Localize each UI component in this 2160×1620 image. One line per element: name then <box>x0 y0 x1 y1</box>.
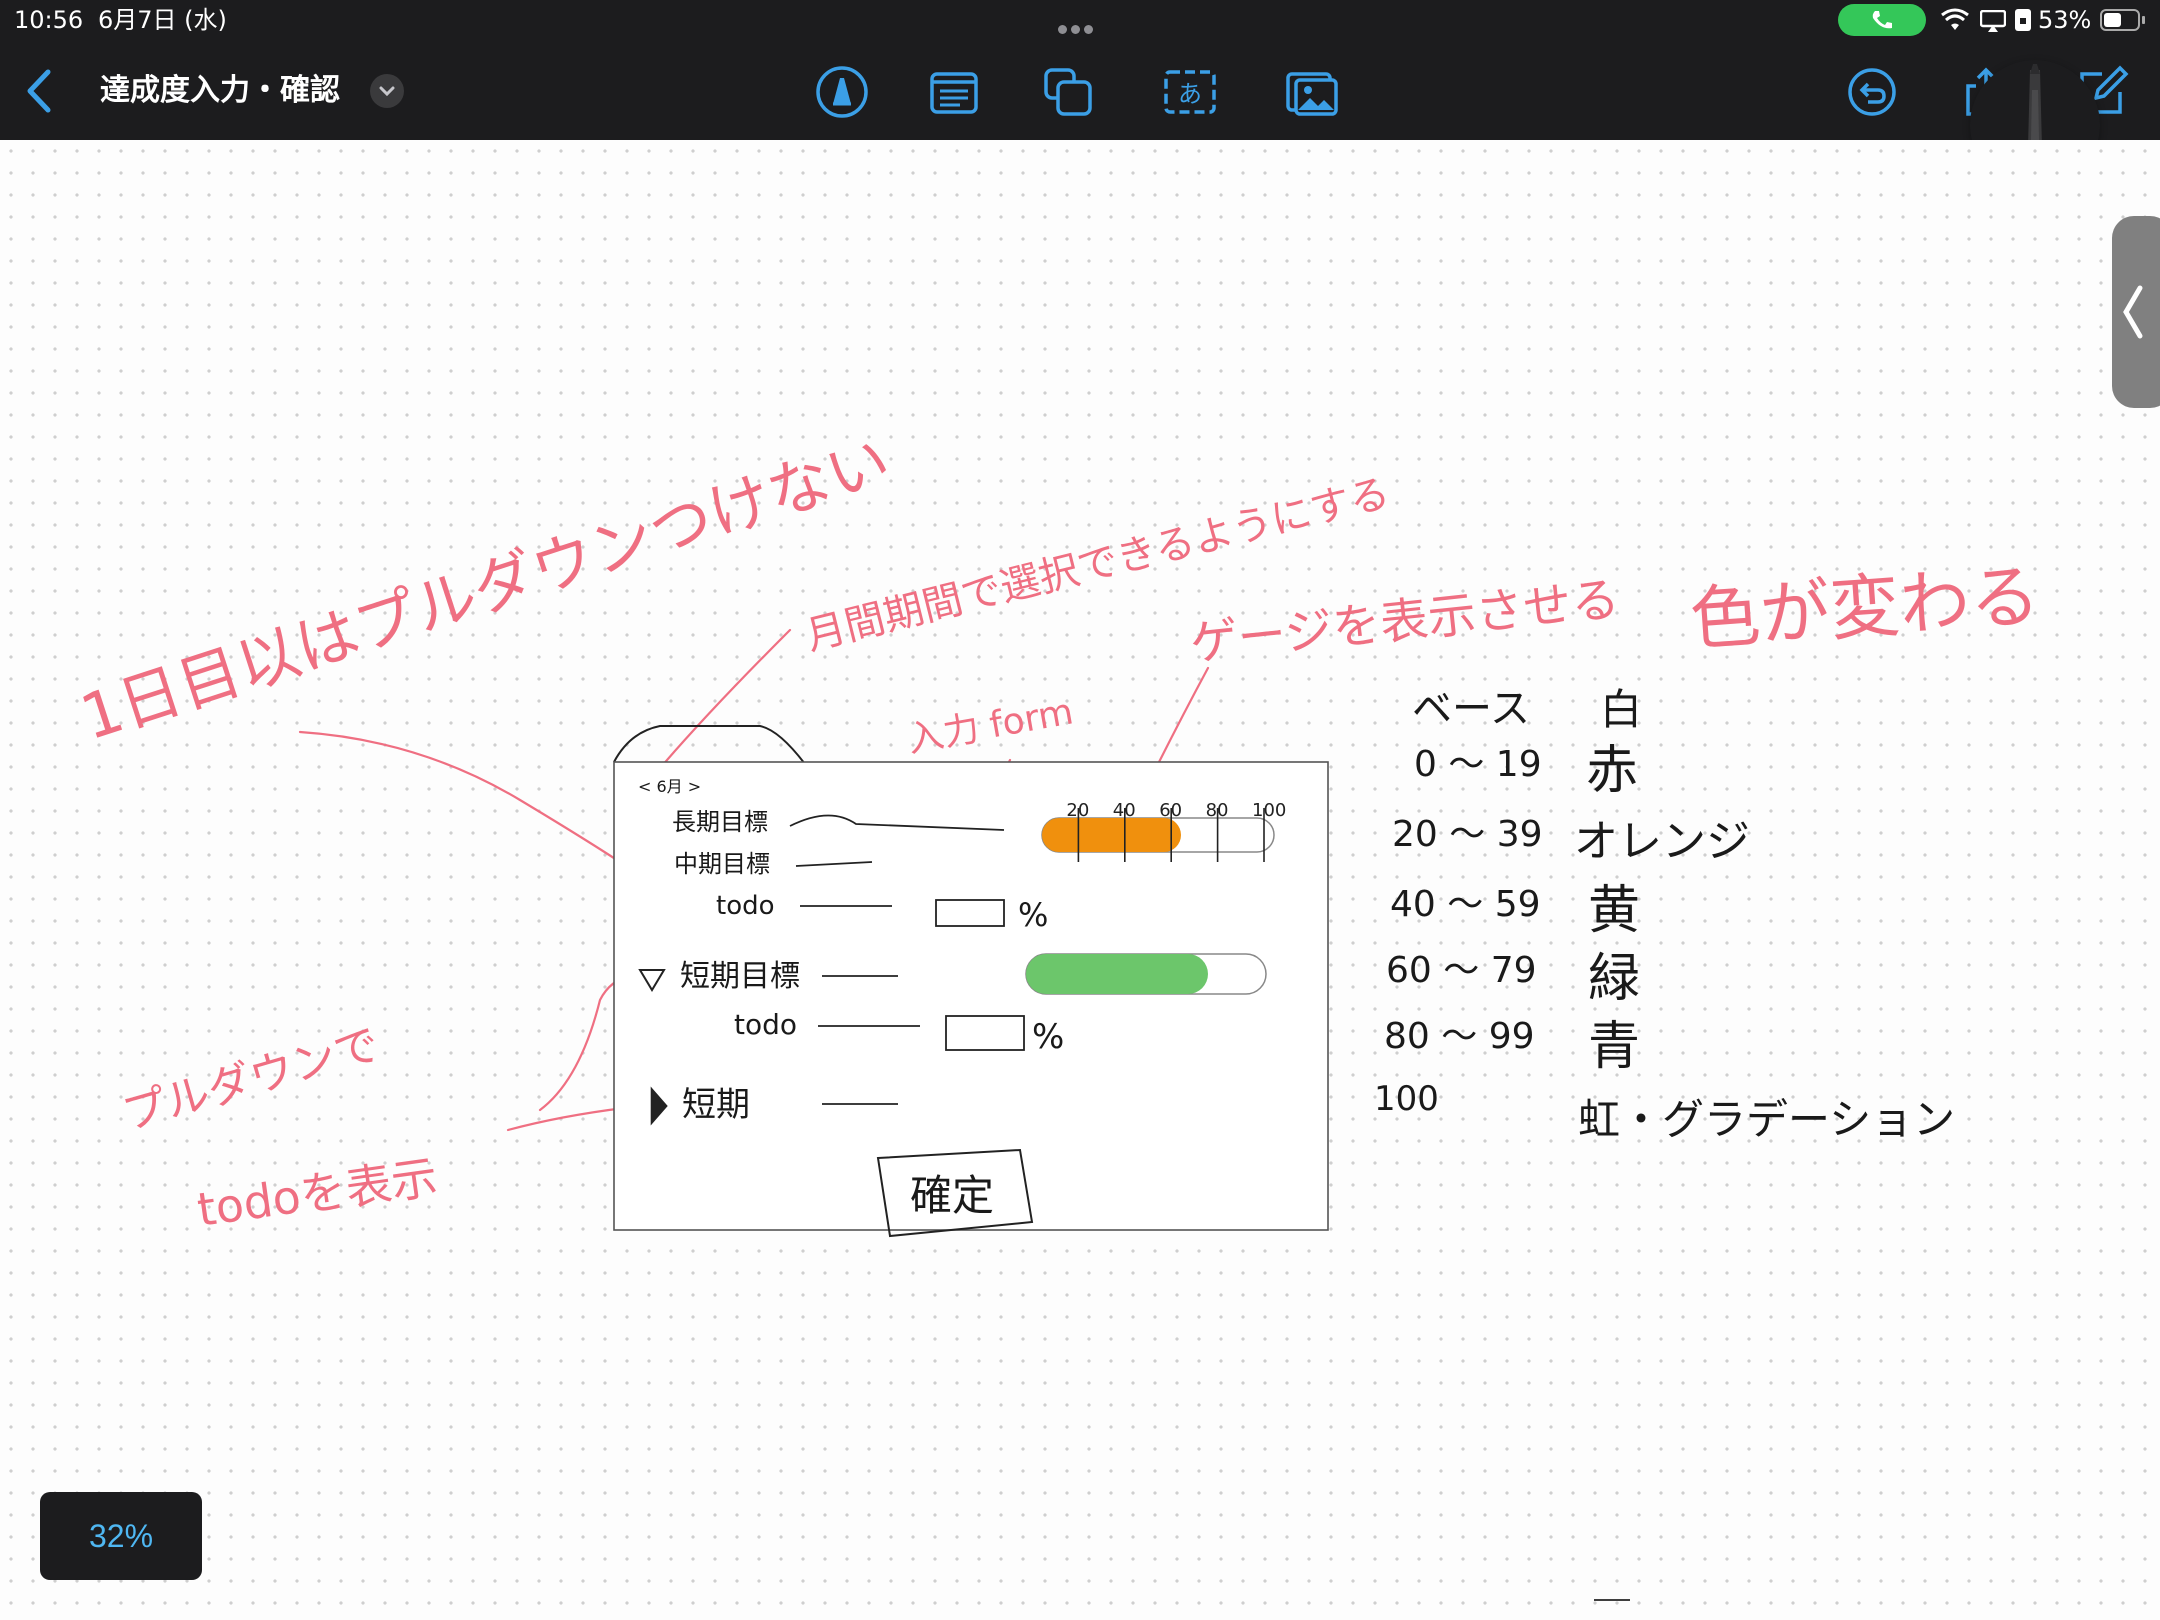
gauge-tick-label: 60 <box>1159 800 1182 821</box>
legend-color-5: 虹・グラデーション <box>1578 1095 1955 1144</box>
phone-icon <box>1872 11 1892 29</box>
svg-text:あ: あ <box>1178 80 1202 108</box>
gauge-tick-label: 100 <box>1252 800 1286 821</box>
wf-gauge-2-fill <box>1026 954 1208 994</box>
multitask-dots-icon[interactable] <box>1056 8 1104 34</box>
wf-long-goal: 長期目標 <box>672 808 768 836</box>
text-recognition-icon[interactable]: あ <box>1162 64 1218 120</box>
legend-range-5: 100 <box>1374 1079 1439 1119</box>
note-gauge: ゲージを表示させる <box>1187 571 1622 672</box>
color-legend: ベース 白 0 〜 19 赤 20 〜 39 オレンジ 40 〜 59 黄 60… <box>1374 685 1955 1601</box>
orientation-lock-icon <box>2015 9 2031 31</box>
text-box-icon[interactable] <box>926 64 982 120</box>
wifi-icon <box>1941 8 1969 30</box>
legend-color-4: 青 <box>1588 1017 1640 1077</box>
zoom-level-indicator[interactable]: 32% <box>40 1492 202 1580</box>
legend-color-1: オレンジ <box>1574 816 1750 867</box>
status-time: 10:56 <box>14 6 84 34</box>
image-icon[interactable] <box>1284 64 1340 120</box>
chevron-down-icon <box>379 86 395 97</box>
pen-tool-icon[interactable] <box>814 64 870 120</box>
wf-percent-2: % <box>1032 1017 1064 1057</box>
legend-color-0: 赤 <box>1586 741 1638 801</box>
note-todo: todoを表示 <box>194 1150 441 1237</box>
wf-todo-2: todo <box>734 1008 797 1041</box>
wireframe: < 6月 > 長期目標 中期目標 todo % 20 40 60 80 100 短期目標… <box>613 725 1329 1238</box>
sidebar-toggle-tab[interactable] <box>2112 216 2160 408</box>
wf-todo-1: todo <box>716 891 775 921</box>
legend-range-2: 40 〜 59 <box>1390 884 1541 925</box>
gauge-tick-label: 80 <box>1206 800 1229 821</box>
legend-color-3: 緑 <box>1588 949 1640 1009</box>
battery-percent: 53% <box>2038 6 2092 34</box>
wf-month: < 6月 > <box>638 777 701 796</box>
legend-range-1: 20 〜 39 <box>1392 814 1543 855</box>
note-top: 1日目以はプルダウンつけない <box>72 424 899 755</box>
legend-range-4: 80 〜 99 <box>1384 1016 1535 1057</box>
battery-tip <box>2142 16 2145 24</box>
wf-mid-goal: 中期目標 <box>674 850 770 878</box>
gauge-tick-label: 40 <box>1113 800 1136 821</box>
note-input: 入力 form <box>904 691 1076 760</box>
wf-percent-1: % <box>1018 896 1048 934</box>
note-pulldown: プルダウンで <box>117 1019 385 1141</box>
battery-icon <box>2100 9 2140 31</box>
top-bar: 10:56 6月7日 (水) 53% 達成度入力・確認 あ <box>0 0 2160 140</box>
shapes-icon[interactable] <box>1040 64 1096 120</box>
status-date: 6月7日 (水) <box>98 6 227 34</box>
airplay-icon <box>1980 10 2006 32</box>
wf-short-mid: 短期目標 <box>680 959 800 994</box>
call-pill[interactable] <box>1838 4 1926 36</box>
wf-short: 短期 <box>682 1085 750 1125</box>
wf-gauge-1-fill <box>1042 818 1181 852</box>
legend-header-left: ベース <box>1412 686 1530 732</box>
sketch-layer: 1日目以はプルダウンつけない 月間期間で選択できるようにする 入力 form ゲ… <box>72 424 2042 1601</box>
gauge-tick-label: 20 <box>1066 800 1089 821</box>
legend-header-right: 白 <box>1600 685 1642 734</box>
undo-icon[interactable] <box>1844 64 1900 120</box>
note-color: 色が変わる <box>1687 555 2042 661</box>
legend-color-2: 黄 <box>1588 881 1640 941</box>
wf-confirm: 確定 <box>910 1171 994 1220</box>
legend-range-0: 0 〜 19 <box>1414 744 1542 785</box>
battery-fill <box>2104 13 2121 27</box>
document-title[interactable]: 達成度入力・確認 <box>100 68 340 114</box>
title-menu-button[interactable] <box>370 74 404 108</box>
chevron-left-icon <box>2123 285 2143 339</box>
legend-range-3: 60 〜 79 <box>1386 950 1537 991</box>
back-chevron-icon[interactable] <box>20 66 60 116</box>
